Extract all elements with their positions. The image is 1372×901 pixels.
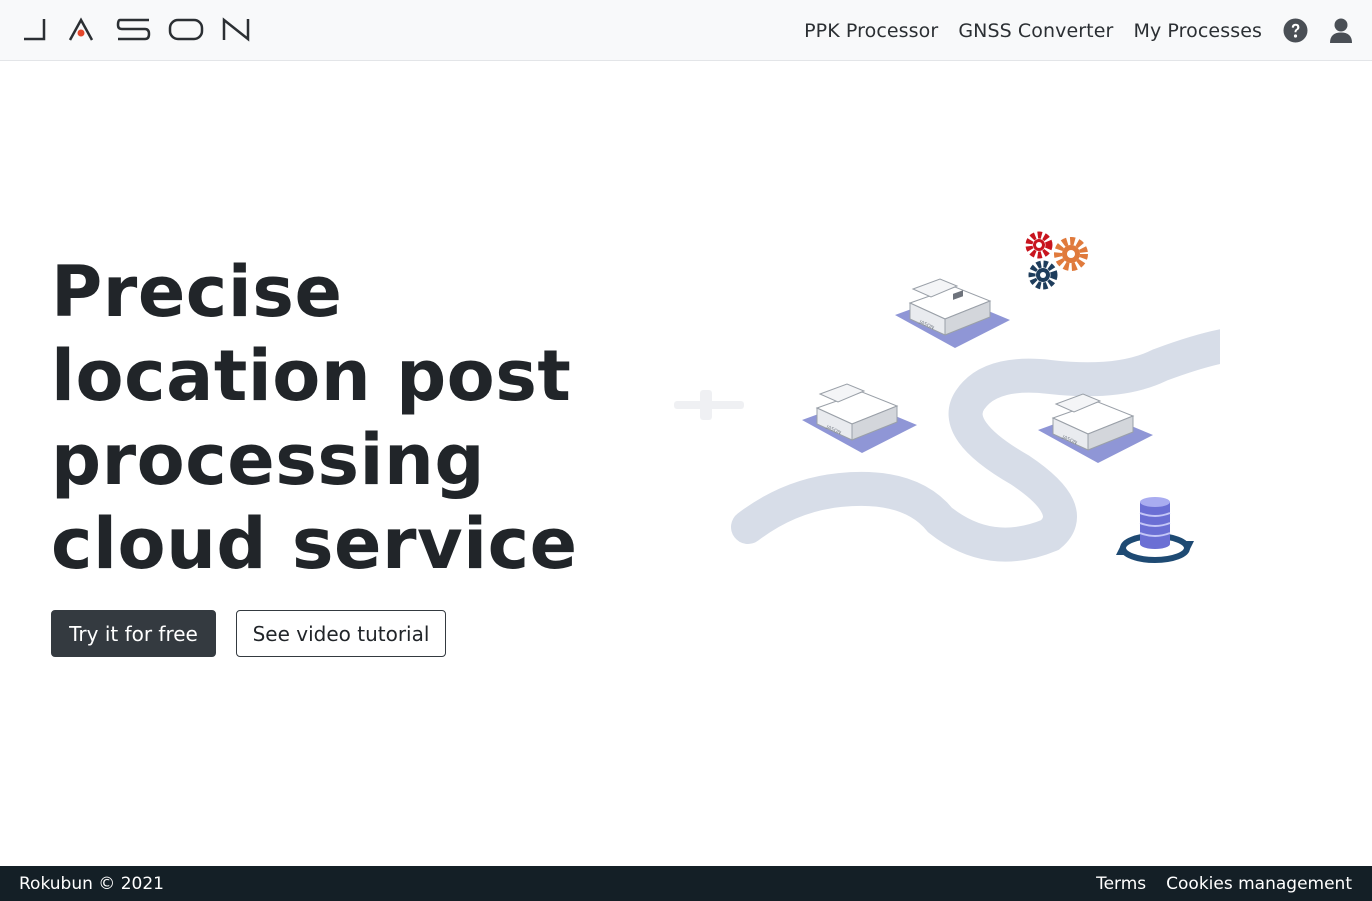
top-navbar: PPK Processor GNSS Converter My Processe… [0, 0, 1372, 61]
database-sync-icon [1116, 497, 1194, 563]
gear-orange-icon [1054, 237, 1088, 271]
nav-gnss-converter[interactable]: GNSS Converter [958, 20, 1113, 42]
user-icon[interactable] [1328, 18, 1354, 44]
hero-title-line-3: processing [51, 419, 485, 501]
copyright-text: Rokubun © 2021 [19, 874, 164, 894]
building-2: JASON [802, 383, 917, 453]
page-footer: Rokubun © 2021 Terms Cookies management [0, 866, 1372, 901]
nav-my-processes[interactable]: My Processes [1133, 20, 1262, 42]
building-1: JASON [895, 278, 1010, 348]
building-3: JASON [1038, 393, 1153, 463]
help-icon[interactable] [1282, 18, 1308, 44]
try-free-button[interactable]: Try it for free [51, 610, 216, 657]
hero-title-line-2: location post [51, 335, 572, 417]
hero-title-line-4: cloud service [51, 503, 578, 585]
gear-blue-icon [1028, 260, 1058, 290]
hero-title: Precise location post processing cloud s… [51, 250, 651, 586]
drone-shape [674, 390, 744, 420]
footer-links: Terms Cookies management [1076, 874, 1352, 894]
video-tutorial-button[interactable]: See video tutorial [236, 610, 446, 657]
hero-title-line-1: Precise [51, 251, 343, 333]
hero-illustration: JASON JASON JASON [674, 231, 1220, 563]
gear-red-icon [1025, 231, 1053, 259]
nav-ppk-processor[interactable]: PPK Processor [804, 20, 938, 42]
jason-logo[interactable] [22, 17, 252, 43]
terms-link[interactable]: Terms [1096, 874, 1146, 894]
main-nav: PPK Processor GNSS Converter My Processe… [784, 0, 1354, 61]
cookies-management-link[interactable]: Cookies management [1166, 874, 1352, 894]
